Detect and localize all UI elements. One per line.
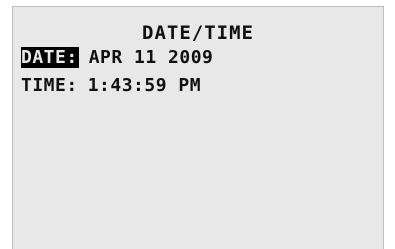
date-label[interactable]: DATE:	[21, 47, 79, 68]
time-label[interactable]: TIME:	[21, 75, 78, 96]
lcd-screen: DATE/TIME DATE: APR 11 2009 TIME: 1:43:59 …	[12, 6, 384, 249]
date-row[interactable]: DATE: APR 11 2009	[21, 47, 213, 69]
screen-title: DATE/TIME	[142, 22, 254, 44]
date-value: APR 11 2009	[88, 47, 214, 68]
time-value: 1:43:59 PM	[87, 75, 202, 96]
time-row[interactable]: TIME: 1:43:59 PM	[21, 75, 201, 97]
